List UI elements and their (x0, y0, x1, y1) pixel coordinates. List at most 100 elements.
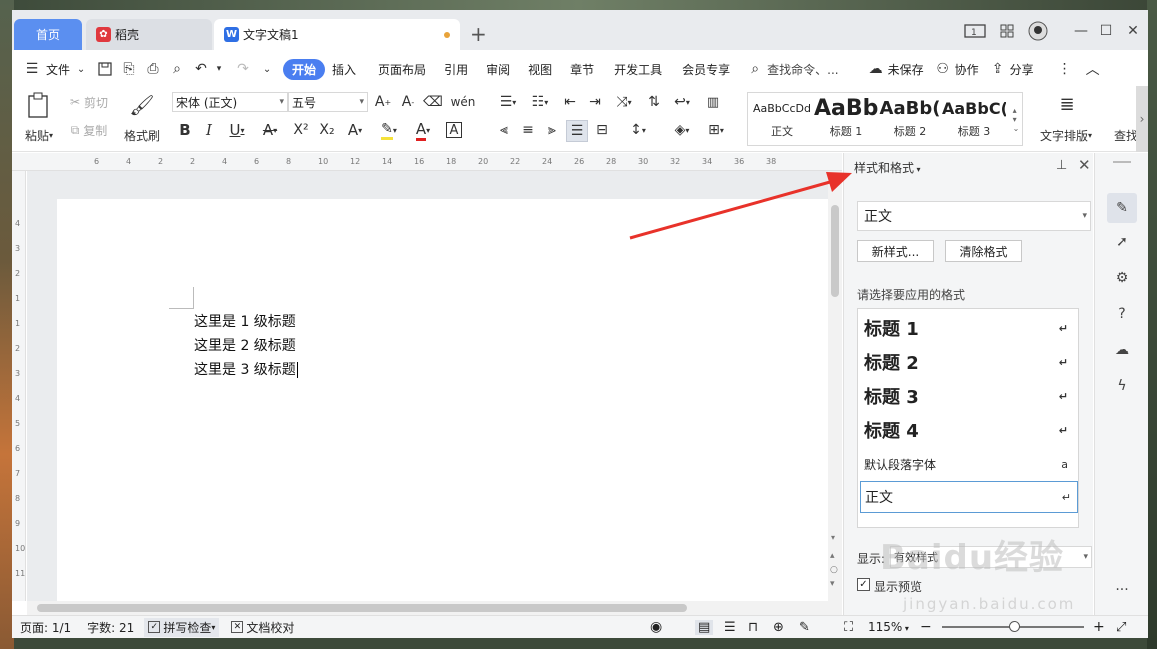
save-icon[interactable] (95, 59, 115, 79)
close-window-icon[interactable]: ✕ (1122, 20, 1144, 42)
justify-icon[interactable]: ☰ (566, 120, 588, 142)
print-preview-icon[interactable]: ⌕ (167, 59, 187, 79)
new-tab-plus-icon[interactable]: + (470, 22, 487, 46)
style-item-default-font[interactable]: 默认段落字体 a (864, 449, 1074, 479)
sidebar-more-icon[interactable]: ··· (1111, 579, 1133, 601)
align-right-icon[interactable]: ⫸ (542, 120, 562, 140)
format-painter-button[interactable]: 格式刷 (116, 126, 168, 144)
find-button[interactable]: 查找 (1114, 126, 1138, 144)
sort-icon[interactable]: ⇅ (644, 92, 664, 112)
phonetic-guide-icon[interactable]: wén (448, 92, 478, 112)
bold-icon[interactable]: B (176, 120, 194, 140)
zoom-level[interactable]: 115% ▾ (868, 620, 909, 634)
superscript-icon[interactable]: X² (290, 120, 312, 140)
file-chevron-down-icon[interactable]: ⌄ (71, 59, 91, 79)
cut-button[interactable]: ✂ 剪切 (64, 92, 114, 112)
chinese-layout-icon[interactable]: ⤨ ▾ (610, 92, 638, 112)
style-item-heading-4[interactable]: 标题 4 ↵ (864, 415, 1074, 445)
vertical-scrollbar[interactable]: ▾ ▴ ○ ▾ (828, 171, 842, 601)
ribbon-scroll-right[interactable]: › (1136, 86, 1148, 152)
menu-insert[interactable]: 插入 (325, 61, 363, 78)
decrease-indent-icon[interactable]: ⇤ (560, 92, 580, 112)
quick-access-more-icon[interactable]: ⌄ (257, 59, 277, 79)
style-normal[interactable]: AaBbCcDd 正文 (750, 95, 814, 143)
redo-icon[interactable]: ↷ (233, 59, 253, 79)
font-color-icon[interactable]: A ▾ (408, 120, 438, 141)
outline-view-icon[interactable]: ☰ (724, 620, 736, 635)
style-format-pen-icon[interactable]: ✎ (1107, 193, 1137, 223)
doc-line-2[interactable]: 这里是 2 级标题 (194, 335, 296, 355)
align-center-icon[interactable]: ≡ (518, 120, 538, 140)
font-grow-icon[interactable]: A + (372, 92, 394, 112)
print-icon[interactable]: ⎙ (143, 59, 163, 79)
menu-page-layout[interactable]: 页面布局 (371, 61, 433, 78)
undo-icon[interactable]: ↶ (191, 59, 211, 79)
tab-home[interactable]: 首页 (14, 19, 82, 50)
current-style-select[interactable]: 正文 (857, 201, 1091, 231)
borders-icon[interactable]: ⊞ ▾ (702, 120, 730, 140)
menu-start[interactable]: 开始 (283, 58, 326, 80)
table-lines-icon[interactable]: ▥ (702, 92, 724, 112)
cloud-backup-icon[interactable]: ☁ (1111, 339, 1133, 361)
web-view-icon[interactable]: ⊕ (773, 620, 784, 635)
collapse-ribbon-icon[interactable]: ︿ (1083, 59, 1103, 79)
horizontal-scrollbar[interactable] (27, 601, 842, 615)
clear-format-button[interactable]: 清除格式 (945, 240, 1022, 262)
font-size-select[interactable]: 五号 (288, 92, 368, 112)
spell-check-button[interactable]: ✓ 拼写检查 ▾ (144, 617, 220, 637)
doc-line-1[interactable]: 这里是 1 级标题 (194, 311, 296, 331)
text-layout-icon[interactable]: ≣ (1052, 90, 1082, 118)
eye-protect-icon[interactable]: ◉ (650, 619, 662, 635)
style-heading-1[interactable]: AaBb 标题 1 (814, 95, 878, 143)
text-effect-icon[interactable]: A ▾ (342, 120, 368, 140)
vertical-scroll-thumb[interactable] (831, 205, 839, 297)
fullscreen-icon[interactable]: ⤢ (1116, 620, 1126, 635)
page-count[interactable]: 页面: 1/1 (20, 619, 71, 636)
numbered-list-icon[interactable]: ☷ ▾ (526, 92, 554, 112)
pin-icon[interactable]: ⊥ (1056, 158, 1067, 173)
copy-button[interactable]: ⧉ 复制 (64, 120, 114, 140)
clear-format-eraser-icon[interactable]: ⌫ (422, 92, 444, 112)
align-left-icon[interactable]: ⫷ (494, 120, 514, 140)
export-pdf-icon[interactable]: ⎘ (119, 59, 139, 79)
close-pane-icon[interactable]: ✕ (1078, 156, 1091, 174)
share-button[interactable]: 分享 (1010, 61, 1041, 78)
paste-button[interactable]: 粘贴 ▾ (20, 126, 58, 144)
lightning-icon[interactable]: ϟ (1111, 375, 1133, 397)
hamburger-menu-icon[interactable]: ☰ (22, 59, 42, 79)
char-border-icon[interactable]: A (446, 122, 462, 138)
bullet-list-icon[interactable]: ☰ ▾ (494, 92, 522, 112)
style-gallery-scroll[interactable]: ▴ ▾ ⌄ (1010, 95, 1022, 143)
underline-icon[interactable]: U ▾ (224, 120, 250, 140)
paste-icon[interactable] (22, 90, 54, 120)
style-heading-3[interactable]: AaBbC( 标题 3 (942, 95, 1006, 143)
user-avatar[interactable] (1027, 20, 1049, 42)
font-name-select[interactable]: 宋体 (正文) (172, 92, 288, 112)
style-item-heading-2[interactable]: 标题 2 ↵ (864, 347, 1074, 377)
zoom-slider-thumb[interactable] (1009, 621, 1020, 632)
style-item-normal[interactable]: 正文 ↵ (860, 481, 1078, 513)
help-icon[interactable]: ? (1111, 303, 1133, 325)
horizontal-scroll-thumb[interactable] (37, 604, 687, 612)
style-item-heading-3[interactable]: 标题 3 ↵ (864, 381, 1074, 411)
menu-chapter[interactable]: 章节 (563, 61, 601, 78)
doc-proof-button[interactable]: ✕ 文档校对 (231, 619, 294, 636)
show-marks-icon[interactable]: ↩ ▾ (668, 92, 696, 112)
menu-references[interactable]: 引用 (437, 61, 475, 78)
apps-grid-icon[interactable] (996, 20, 1018, 42)
increase-indent-icon[interactable]: ⇥ (585, 92, 605, 112)
menu-view[interactable]: 视图 (521, 61, 559, 78)
reading-view-icon[interactable]: ⊓ (748, 620, 758, 635)
highlight-icon[interactable]: ✎ ▾ (374, 120, 404, 140)
show-preview-checkbox[interactable]: ✓ (857, 578, 870, 591)
doc-line-3[interactable]: 这里是 3 级标题 (194, 359, 303, 379)
zoom-out-icon[interactable]: − (920, 619, 932, 635)
maximize-icon[interactable]: ☐ (1095, 20, 1117, 42)
zoom-in-icon[interactable]: + (1093, 619, 1105, 635)
adjust-sliders-icon[interactable]: ⚙ (1111, 267, 1133, 289)
command-search-input[interactable]: 查找命令、... (767, 61, 845, 78)
style-item-heading-1[interactable]: 标题 1 ↵ (864, 313, 1074, 343)
style-heading-2[interactable]: AaBb( 标题 2 (878, 95, 942, 143)
document-page[interactable]: 这里是 1 级标题 这里是 2 级标题 这里是 3 级标题 (57, 199, 828, 601)
tab-daoke[interactable]: ✿ 稻壳 (86, 19, 212, 50)
